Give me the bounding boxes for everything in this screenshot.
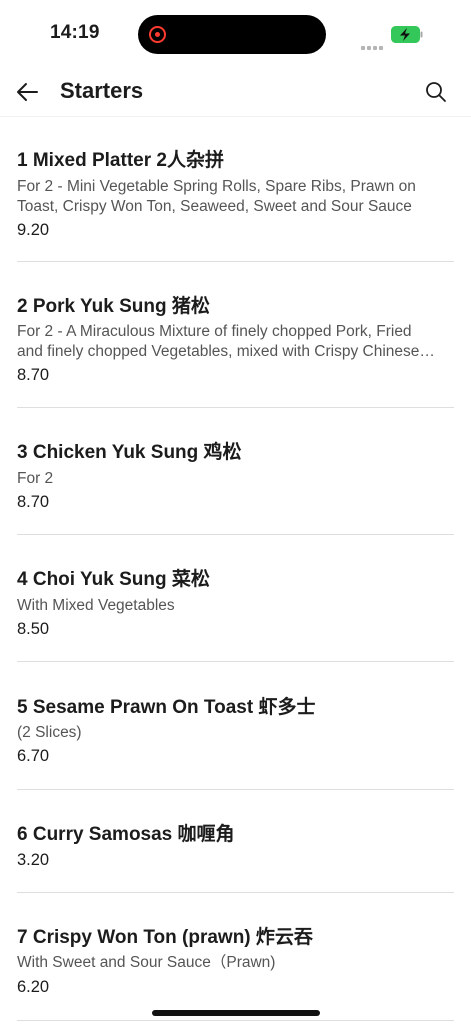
menu-item[interactable]: 3 Chicken Yuk Sung 鸡松 For 2 8.70 bbox=[17, 408, 454, 535]
item-price: 9.20 bbox=[17, 221, 50, 239]
search-icon[interactable] bbox=[423, 78, 449, 106]
item-name: 6 Curry Samosas 咖喱角 bbox=[17, 824, 235, 845]
menu-item[interactable]: 6 Curry Samosas 咖喱角 3.20 bbox=[17, 790, 454, 893]
item-price: 8.50 bbox=[17, 620, 50, 638]
page-title: Starters bbox=[60, 78, 144, 103]
item-price: 3.20 bbox=[17, 851, 50, 869]
menu-item[interactable]: 4 Choi Yuk Sung 菜松 With Mixed Vegetables… bbox=[17, 535, 454, 662]
dynamic-island bbox=[138, 15, 326, 54]
item-name: 1 Mixed Platter 2人杂拼 bbox=[17, 150, 224, 171]
item-description: For 2 bbox=[17, 470, 54, 487]
item-price: 6.20 bbox=[17, 978, 50, 996]
battery-charging-icon bbox=[391, 26, 423, 43]
item-price: 8.70 bbox=[17, 493, 50, 511]
item-price: 8.70 bbox=[17, 366, 50, 384]
home-indicator[interactable] bbox=[152, 1010, 320, 1016]
status-bar: 14:19 bbox=[0, 0, 471, 70]
item-name: 3 Chicken Yuk Sung 鸡松 bbox=[17, 442, 242, 463]
item-description: Toast, Crispy Won Ton, Seaweed, Sweet an… bbox=[17, 198, 412, 215]
item-description: and finely chopped Vegetables, mixed wit… bbox=[17, 343, 435, 360]
item-price: 6.70 bbox=[17, 747, 50, 765]
menu-item[interactable]: 7 Crispy Won Ton (prawn) 炸云吞 With Sweet … bbox=[17, 893, 454, 1021]
item-name: 2 Pork Yuk Sung 猪松 bbox=[17, 296, 210, 317]
item-name: 5 Sesame Prawn On Toast 虾多士 bbox=[17, 697, 316, 718]
recording-icon bbox=[149, 26, 166, 43]
signal-icon bbox=[361, 37, 385, 55]
item-description: (2 Slices) bbox=[17, 724, 82, 741]
status-time: 14:19 bbox=[50, 22, 100, 43]
item-description: For 2 - Mini Vegetable Spring Rolls, Spa… bbox=[17, 178, 416, 195]
menu-item[interactable]: 5 Sesame Prawn On Toast 虾多士 (2 Slices) 6… bbox=[17, 662, 454, 790]
menu-item[interactable]: 2 Pork Yuk Sung 猪松 For 2 - A Miraculous … bbox=[17, 262, 454, 408]
item-description: For 2 - A Miraculous Mixture of finely c… bbox=[17, 323, 412, 340]
item-name: 7 Crispy Won Ton (prawn) 炸云吞 bbox=[17, 927, 313, 948]
item-name: 4 Choi Yuk Sung 菜松 bbox=[17, 569, 210, 590]
menu-list: 1 Mixed Platter 2人杂拼 For 2 - Mini Vegeta… bbox=[0, 117, 471, 1021]
item-description: With Sweet and Sour Sauce（Prawn) bbox=[17, 954, 276, 971]
item-description: With Mixed Vegetables bbox=[17, 597, 175, 614]
menu-item[interactable]: 1 Mixed Platter 2人杂拼 For 2 - Mini Vegeta… bbox=[17, 117, 454, 262]
back-arrow-icon[interactable] bbox=[14, 78, 44, 106]
top-navigation-bar: Starters bbox=[0, 70, 471, 116]
